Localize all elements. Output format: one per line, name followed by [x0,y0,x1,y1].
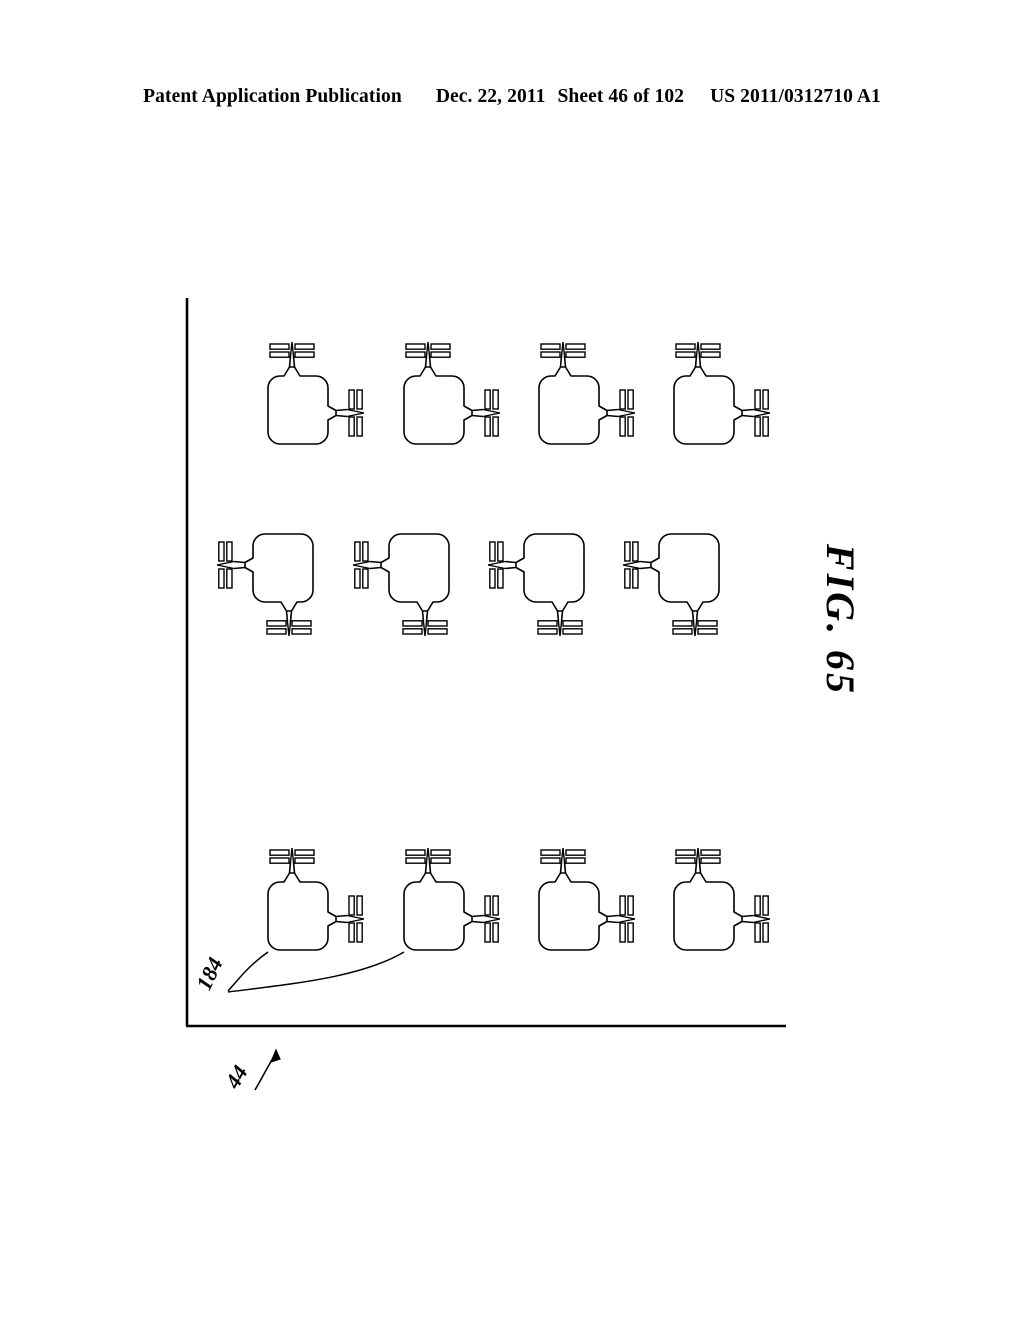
cell-row2-col4 [622,533,720,637]
cell-row3-col3 [538,847,636,951]
cell-row1-col1 [267,341,365,445]
cell-row1-col4 [673,341,771,445]
cell-row1-col2 [403,341,501,445]
leader-184-a [227,951,269,992]
arrowhead-44-icon [269,1048,281,1063]
leader-184-b [227,951,405,993]
figure-label: FIG. 65 [818,543,863,697]
cell-row2-col2 [352,533,450,637]
cell-row2-col3 [487,533,585,637]
cell-row1-col3 [538,341,636,445]
figure-drawing [185,298,786,1091]
cell-row2-col1 [216,533,314,637]
cell-row3-col1 [267,847,365,951]
cell-row3-col4 [673,847,771,951]
patent-page: Patent Application Publication Dec. 22, 2… [0,0,1024,1320]
cell-row3-col2 [403,847,501,951]
